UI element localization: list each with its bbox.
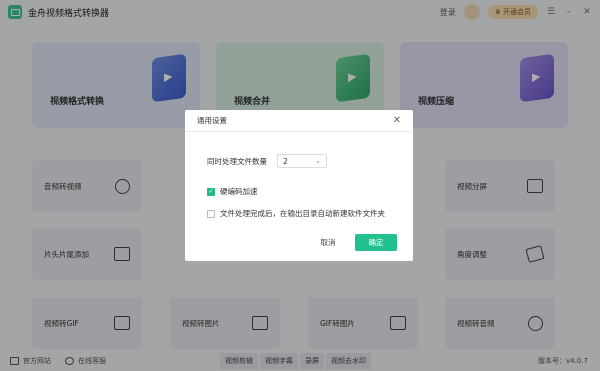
file-count-select[interactable]: 2 ⌄ — [277, 154, 327, 168]
file-count-label: 同时处理文件数量 — [207, 156, 267, 166]
dialog-title: 通用设置 — [197, 116, 227, 125]
cancel-button[interactable]: 取消 — [308, 234, 348, 251]
file-count-row: 同时处理文件数量 2 ⌄ — [207, 154, 327, 168]
settings-dialog: 通用设置 ✕ 同时处理文件数量 2 ⌄ ✓ 硬编码加速 文件处理完成后，在输出目… — [185, 110, 413, 261]
dialog-close-icon[interactable]: ✕ — [393, 115, 401, 126]
auto-folder-label: 文件处理完成后，在输出目录自动新建软件文件夹 — [220, 209, 385, 218]
dialog-header: 通用设置 ✕ — [185, 110, 413, 132]
hw-accel-row[interactable]: ✓ 硬编码加速 — [207, 186, 258, 197]
hw-accel-label: 硬编码加速 — [220, 187, 258, 196]
hw-accel-checkbox[interactable]: ✓ — [207, 187, 215, 196]
auto-folder-row[interactable]: 文件处理完成后，在输出目录自动新建软件文件夹 — [207, 208, 385, 219]
file-count-value: 2 — [283, 156, 288, 166]
auto-folder-checkbox[interactable] — [207, 209, 215, 218]
ok-button[interactable]: 确定 — [355, 234, 397, 251]
chevron-down-icon: ⌄ — [315, 157, 321, 165]
